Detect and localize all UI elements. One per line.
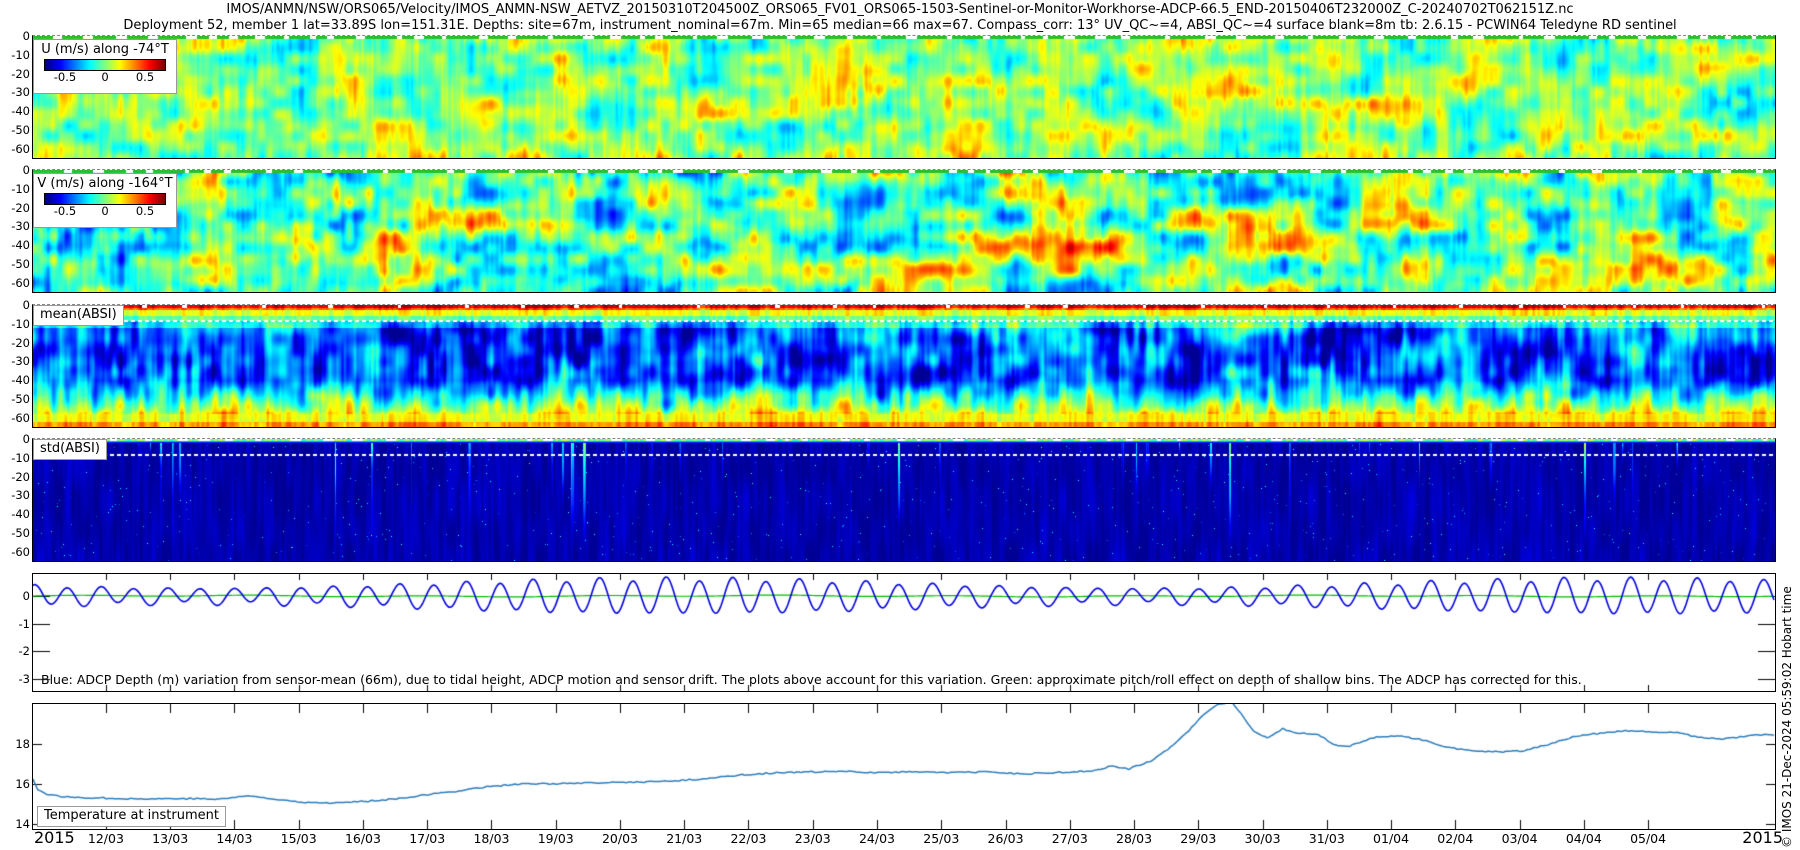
depth-tick-label: -60 [11,410,30,425]
date-tick-label: 21/03 [666,831,703,846]
u-legend-title: U (m/s) along -74°T [41,42,169,57]
depth-tick-label: -40 [11,104,30,119]
date-tick-label: 27/03 [1051,831,1088,846]
deployment-subtitle: Deployment 52, member 1 lat=33.89S lon=1… [123,18,1677,33]
date-tick-label: 01/04 [1373,831,1410,846]
depth-tick-label: -20 [11,469,30,484]
depth-tick-label: -10 [11,181,30,196]
depth-tick-label: -30 [11,219,30,234]
depth-tick-label: -10 [11,316,30,331]
date-tick-label: 05/04 [1630,831,1667,846]
depth-tick-label: -20 [11,200,30,215]
depth-tick-label: -20 [11,335,30,350]
depth-tick-label: -30 [11,488,30,503]
v-colorbar-tick: -0.5 [53,204,77,218]
std-absi-heatmap-canvas [33,439,1775,561]
date-tick-label: 15/03 [280,831,317,846]
depth-variation-tick-label: -2 [18,644,30,659]
year-label-right: 2015 [1742,828,1783,847]
date-tick-label: 14/03 [216,831,253,846]
panel-depth-variation: Blue: ADCP Depth (m) variation from sens… [32,573,1776,692]
depth-tick-label: -40 [11,238,30,253]
mean-absi-heatmap-canvas [33,305,1775,427]
file-title: IMOS/ANMN/NSW/ORS065/Velocity/IMOS_ANMN-… [226,2,1574,17]
v-colorbar-legend: V (m/s) along -164°T -0.5 0 0.5 [33,173,177,228]
date-tick-label: 26/03 [987,831,1024,846]
depth-tick-label: -50 [11,256,30,271]
date-tick-label: 16/03 [344,831,381,846]
u-colorbar-tick: 0 [101,70,109,84]
mean-absi-label: mean(ABSI) [33,305,124,326]
date-tick-label: 18/03 [473,831,510,846]
depth-tick-label: -10 [11,450,30,465]
u-colorbar-legend: U (m/s) along -74°T -0.5 0 0.5 [33,39,177,94]
panel-temperature: Temperature at instrument [32,703,1776,830]
depth-tick-label: 0 [22,298,30,312]
depth-tick-label: 0 [22,163,30,177]
panel-u-velocity: U (m/s) along -74°T -0.5 0 0.5 [32,35,1776,159]
v-colorbar-tick: 0 [101,204,109,218]
temperature-label: Temperature at instrument [37,806,226,827]
v-heatmap-canvas [33,170,1775,292]
panel-mean-absi: mean(ABSI) [32,304,1776,428]
depth-tick-label: 0 [22,29,30,43]
date-tick-label: 13/03 [152,831,189,846]
depth-tick-label: -10 [11,47,30,62]
date-tick-label: 03/04 [1501,831,1538,846]
temperature-canvas [33,704,1775,829]
depth-variation-tick-label: -1 [18,616,30,631]
u-colorbar-tick: 0.5 [135,70,155,84]
temperature-tick-label: 14 [15,817,30,831]
date-tick-label: 20/03 [601,831,638,846]
depth-tick-label: -30 [11,85,30,100]
date-tick-label: 17/03 [409,831,446,846]
std-absi-label: std(ABSI) [33,439,107,460]
date-tick-label: 28/03 [1116,831,1153,846]
depth-tick-label: -60 [11,275,30,290]
date-tick-label: 23/03 [794,831,831,846]
u-colorbar-ticks: -0.5 0 0.5 [34,70,176,86]
year-label-left: 2015 [34,828,75,847]
depth-tick-label: -20 [11,66,30,81]
date-tick-label: 04/04 [1565,831,1602,846]
panel-v-velocity: V (m/s) along -164°T -0.5 0 0.5 [32,169,1776,293]
u-heatmap-canvas [33,36,1775,158]
panel-std-absi: std(ABSI) [32,438,1776,562]
date-tick-label: 31/03 [1308,831,1345,846]
depth-tick-label: -60 [11,544,30,559]
depth-tick-label: -50 [11,525,30,540]
depth-variation-tick-label: 0 [22,589,30,604]
depth-tick-label: -50 [11,122,30,137]
depth-annotation-text: Blue: ADCP Depth (m) variation from sens… [41,672,1582,687]
depth-tick-label: -50 [11,391,30,406]
temperature-tick-label: 16 [15,777,30,791]
depth-variation-tick-label: -3 [18,671,30,686]
date-tick-label: 22/03 [730,831,767,846]
v-colorbar-ticks: -0.5 0 0.5 [34,204,176,220]
u-colorbar-tick: -0.5 [53,70,77,84]
v-legend-title: V (m/s) along -164°T [37,176,173,191]
temperature-tick-label: 18 [15,737,30,751]
copyright-vertical-text: © IMOS 21-Dec-2024 05:59:02 Hobart time [1780,586,1794,848]
date-tick-label: 19/03 [537,831,574,846]
date-tick-label: 29/03 [1180,831,1217,846]
date-tick-label: 30/03 [1244,831,1281,846]
depth-tick-label: -40 [11,507,30,522]
figure-root: IMOS/ANMN/NSW/ORS065/Velocity/IMOS_ANMN-… [0,0,1800,850]
depth-tick-label: 0 [22,432,30,446]
depth-tick-label: -40 [11,373,30,388]
v-colorbar-tick: 0.5 [135,204,155,218]
date-tick-label: 25/03 [923,831,960,846]
date-tick-label: 12/03 [87,831,124,846]
depth-tick-label: -30 [11,354,30,369]
date-tick-label: 02/04 [1437,831,1474,846]
depth-tick-label: -60 [11,141,30,156]
date-tick-label: 24/03 [858,831,896,846]
